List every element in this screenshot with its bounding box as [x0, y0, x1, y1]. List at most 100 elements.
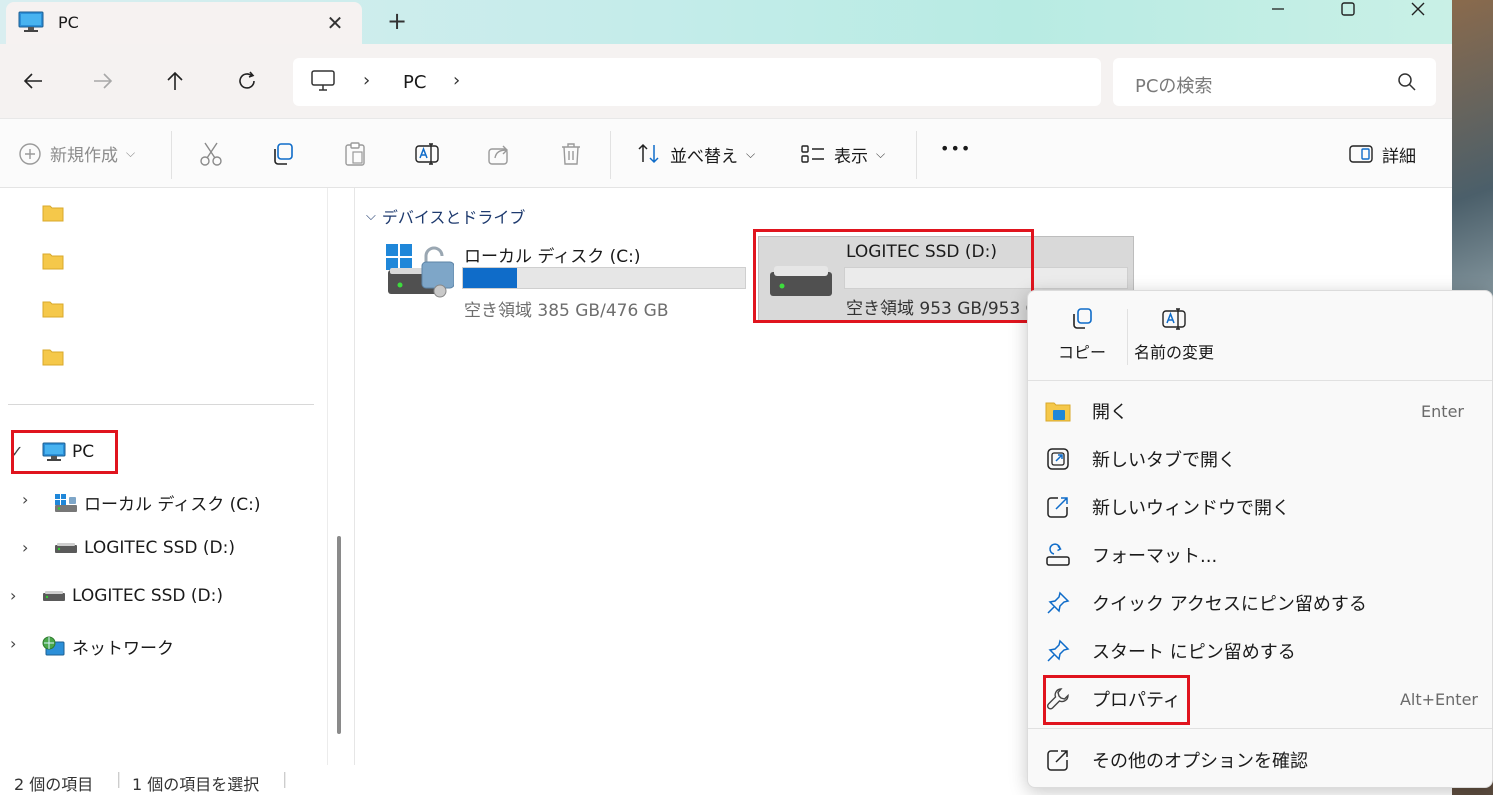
- drive-free-space: 空き領域 385 GB/476 GB: [464, 301, 669, 321]
- new-window-icon: [1047, 497, 1068, 518]
- sort-button[interactable]: 並べ替え ⌵: [636, 141, 755, 167]
- copy-icon: [1073, 308, 1092, 329]
- ctx-rename-button[interactable]: 名前の変更: [1134, 307, 1214, 363]
- chevron-right-icon[interactable]: ›: [10, 634, 16, 653]
- network-icon: [42, 636, 65, 655]
- selected-count: 1 個の項目を選択: [132, 775, 260, 794]
- share-icon: [488, 145, 508, 165]
- sidebar-item-local-disk-c[interactable]: ローカル ディスク (C:): [54, 490, 260, 515]
- refresh-button[interactable]: [230, 64, 264, 98]
- view-button[interactable]: 表示 ⌵: [800, 141, 885, 167]
- ctx-copy-label: コピー: [1058, 343, 1107, 362]
- view-label: 表示: [834, 146, 868, 167]
- trash-icon: [562, 143, 580, 165]
- tab-close-icon[interactable]: ✕: [320, 8, 350, 38]
- status-divider: |: [116, 769, 122, 788]
- status-divider: |: [282, 769, 288, 788]
- tab-pc[interactable]: PC ✕: [6, 2, 362, 44]
- folder-icon[interactable]: [42, 252, 64, 270]
- drive-icon: [43, 591, 65, 601]
- pane-divider: [327, 188, 328, 765]
- monitor-icon: [18, 11, 44, 32]
- back-button[interactable]: [16, 64, 50, 98]
- folder-icon[interactable]: [42, 204, 64, 222]
- ctx-item-pin-start[interactable]: スタート にピン留めする: [1044, 631, 1474, 671]
- chevron-right-icon[interactable]: ›: [22, 538, 28, 557]
- toolbar-divider: [171, 131, 172, 179]
- tab-title: PC: [58, 13, 79, 32]
- new-button[interactable]: 新規作成 ⌵: [18, 141, 135, 166]
- ctx-item-open[interactable]: 開く Enter: [1044, 391, 1474, 431]
- copy-icon: [274, 143, 293, 165]
- clipboard-icon: [345, 142, 365, 166]
- sidebar-item-network[interactable]: ネットワーク: [42, 634, 174, 659]
- ctx-item-format[interactable]: フォーマット...: [1044, 535, 1474, 575]
- ctx-item-label: フォーマット...: [1092, 546, 1218, 567]
- share-button[interactable]: [486, 141, 512, 167]
- rename-button[interactable]: [414, 141, 440, 167]
- details-button[interactable]: 詳細: [1348, 141, 1416, 167]
- breadcrumb-chevron[interactable]: ›: [363, 70, 370, 91]
- forward-button[interactable]: [86, 64, 120, 98]
- chevron-down-icon: ⌵: [876, 146, 886, 161]
- drive-name: ローカル ディスク (C:): [464, 247, 641, 267]
- windows-drive-icon: [386, 244, 454, 298]
- ctx-shortcut: Enter: [1421, 401, 1464, 421]
- ctx-copy-button[interactable]: コピー: [1058, 307, 1106, 363]
- chevron-right-icon[interactable]: ›: [10, 586, 16, 605]
- sidebar-item-label: ネットワーク: [72, 639, 174, 659]
- ctx-item-label: スタート にピン留めする: [1092, 642, 1296, 663]
- pin-icon: [1047, 591, 1070, 614]
- arrow-left-icon: [23, 73, 42, 89]
- close-icon: [1411, 2, 1425, 16]
- sidebar-item-label: ローカル ディスク (C:): [84, 495, 261, 515]
- ctx-item-label: 新しいタブで開く: [1092, 450, 1236, 471]
- up-button[interactable]: [158, 64, 192, 98]
- group-header-devices[interactable]: ⌵ デバイスとドライブ: [366, 204, 525, 228]
- ctx-item-pin-quick-access[interactable]: クイック アクセスにピン留めする: [1044, 583, 1474, 623]
- maximize-button[interactable]: [1324, 0, 1372, 20]
- new-tab-button[interactable]: +: [382, 6, 412, 36]
- folder-icon[interactable]: [42, 300, 64, 318]
- sidebar-item-logitec-ssd-d[interactable]: LOGITEC SSD (D:): [54, 538, 235, 558]
- more-options-icon: [1047, 750, 1068, 771]
- close-window-button[interactable]: [1394, 0, 1442, 20]
- delete-button[interactable]: [558, 141, 584, 167]
- maximize-icon: [1341, 2, 1355, 16]
- pin-icon: [1047, 639, 1070, 662]
- chevron-down-icon: ⌵: [126, 146, 136, 160]
- minimize-button[interactable]: [1254, 0, 1302, 20]
- sidebar-item-logitec-ssd-d-root[interactable]: LOGITEC SSD (D:): [42, 586, 223, 606]
- scissors-icon: [200, 142, 222, 166]
- navigation-bar: › PC › PCの検索: [0, 44, 1452, 118]
- highlight-box-pc: [11, 430, 118, 474]
- cut-button[interactable]: [198, 141, 224, 167]
- address-bar[interactable]: › PC ›: [293, 58, 1101, 106]
- ctx-item-label: クイック アクセスにピン留めする: [1092, 594, 1367, 615]
- details-pane-icon: [1349, 145, 1373, 163]
- breadcrumb-chevron[interactable]: ›: [453, 70, 460, 91]
- sidebar-scrollbar[interactable]: [337, 536, 341, 734]
- copy-button[interactable]: [270, 141, 296, 167]
- ctx-item-label: 新しいウィンドウで開く: [1092, 498, 1290, 519]
- search-input[interactable]: PCの検索: [1135, 72, 1212, 98]
- highlight-box-properties: [1043, 675, 1190, 725]
- details-label: 詳細: [1382, 146, 1416, 167]
- ctx-item-open-new-tab[interactable]: 新しいタブで開く: [1044, 439, 1474, 479]
- ctx-item-more-options[interactable]: その他のオプションを確認: [1044, 740, 1474, 780]
- windows-drive-icon: [55, 493, 77, 512]
- breadcrumb-pc[interactable]: PC: [403, 72, 426, 93]
- pane-divider[interactable]: [354, 188, 355, 765]
- folder-icon[interactable]: [42, 348, 64, 366]
- context-menu-quick-actions: コピー 名前の変更: [1028, 291, 1492, 381]
- drive-tile-c[interactable]: ローカル ディスク (C:) 空き領域 385 GB/476 GB: [386, 242, 756, 321]
- command-bar: 新規作成 ⌵ 並べ替え ⌵ 表示 ⌵ ••• 詳細: [0, 118, 1452, 188]
- ctx-item-open-new-window[interactable]: 新しいウィンドウで開く: [1044, 487, 1474, 527]
- more-button[interactable]: •••: [940, 139, 971, 158]
- chevron-right-icon[interactable]: ›: [22, 490, 28, 509]
- arrow-up-icon: [167, 71, 183, 90]
- highlight-box-drive-d: [753, 229, 1034, 323]
- paste-button[interactable]: [342, 141, 368, 167]
- ctx-item-label: その他のオプションを確認: [1092, 751, 1308, 772]
- search-box[interactable]: PCの検索: [1113, 58, 1436, 106]
